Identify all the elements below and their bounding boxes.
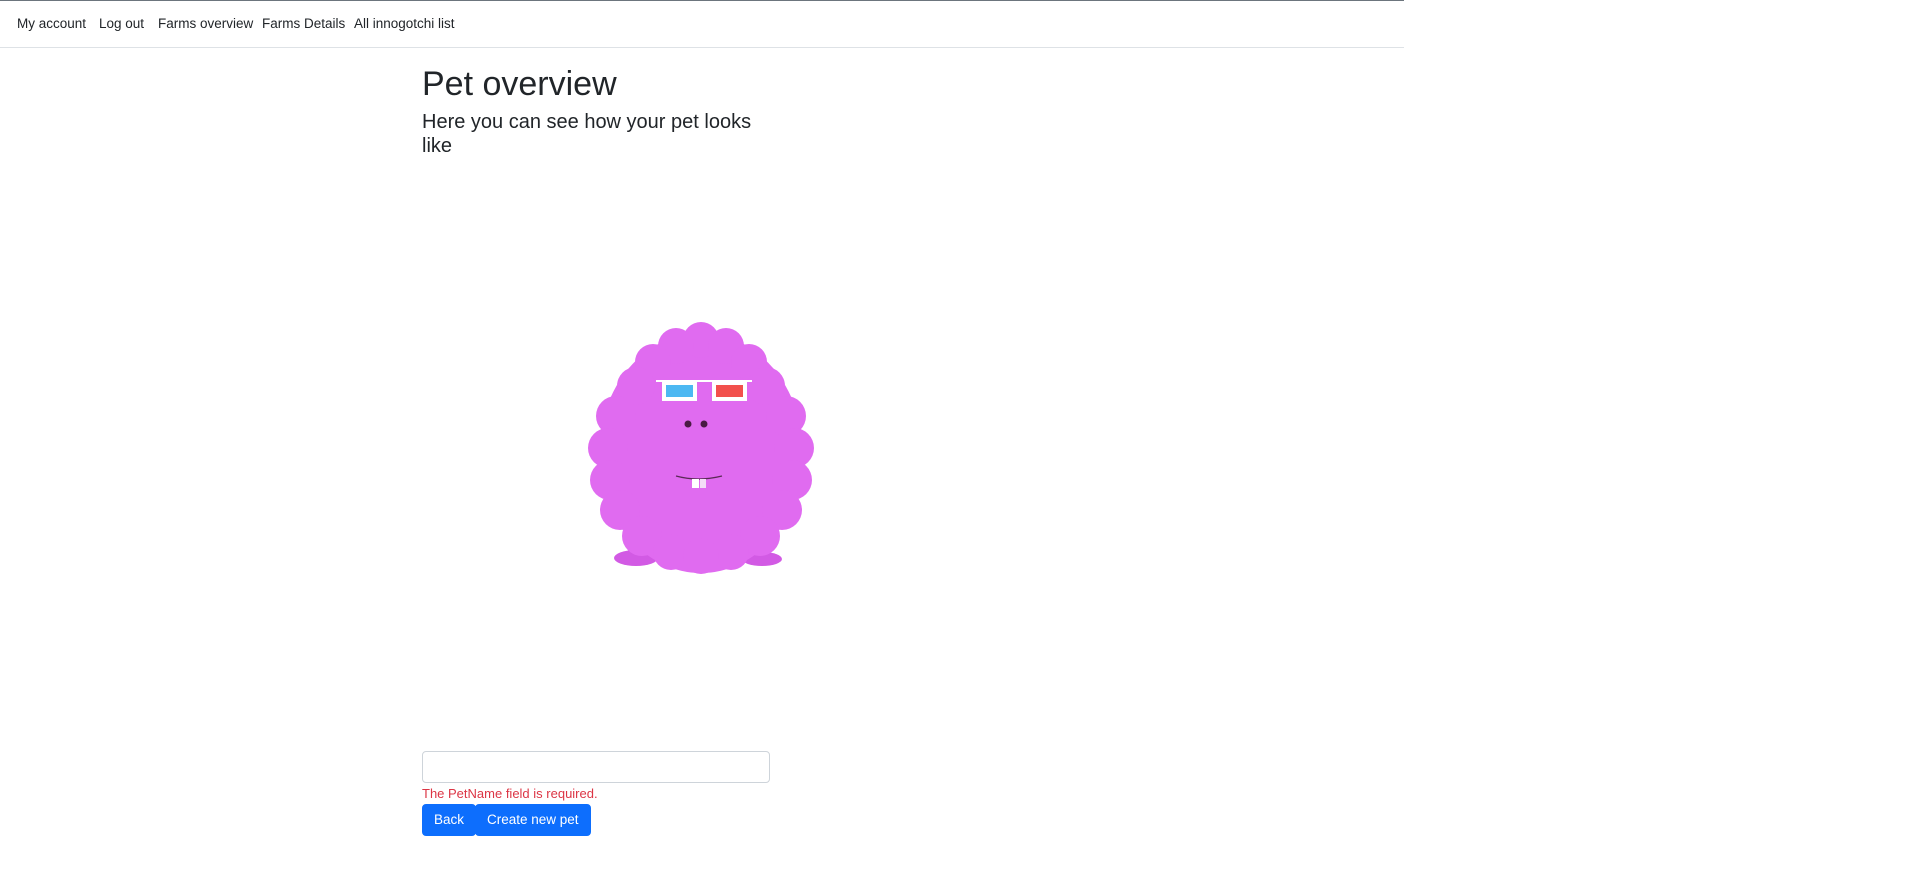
- create-new-pet-button[interactable]: Create new pet: [475, 804, 591, 836]
- pet-image: [588, 322, 814, 574]
- nav-link-my-account[interactable]: My account: [17, 16, 86, 31]
- nav-link-all-innogotchi-list[interactable]: All innogotchi list: [354, 16, 455, 31]
- pet-left-eye: [684, 420, 692, 428]
- nav-link-farms-overview[interactable]: Farms overview: [158, 16, 253, 31]
- nav-link-farms-details[interactable]: Farms Details: [262, 16, 345, 31]
- back-button[interactable]: Back: [422, 804, 477, 836]
- pet-left-lens: [666, 385, 693, 397]
- top-navigation-bar: My account Log out Farms overview Farms …: [0, 0, 1404, 48]
- pet-tooth-left: [692, 479, 699, 488]
- pet-name-validation-error: The PetName field is required.: [422, 786, 598, 801]
- pet-right-eye: [700, 420, 708, 428]
- nav-link-log-out[interactable]: Log out: [99, 16, 144, 31]
- pet-body: [588, 322, 814, 574]
- page-title: Pet overview: [422, 65, 617, 103]
- page-subtitle: Here you can see how your pet looks like: [422, 111, 752, 157]
- pet-name-input[interactable]: [422, 751, 770, 783]
- pet-tooth-right: [700, 479, 706, 488]
- pet-right-lens: [716, 385, 743, 397]
